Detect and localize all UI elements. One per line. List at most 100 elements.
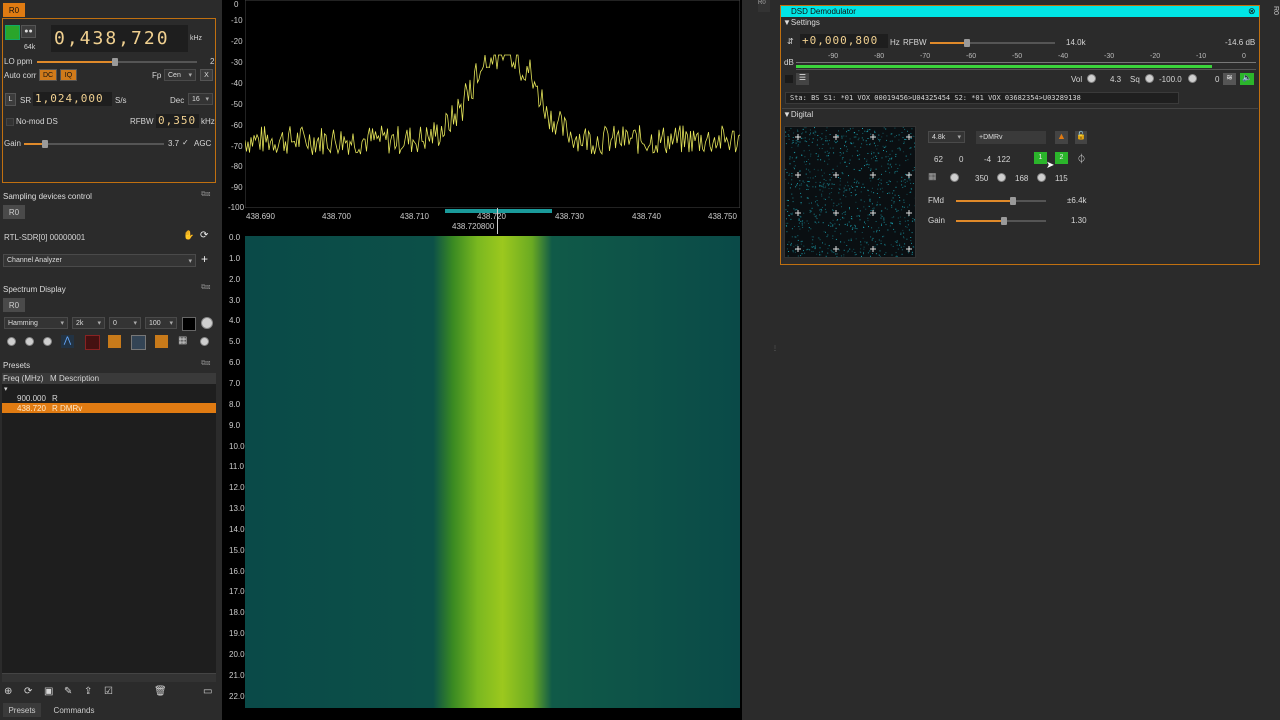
agc-check-icon[interactable]: ✓ [182, 138, 189, 147]
presets-float-icon[interactable]: ⧉⊠ [201, 360, 210, 368]
add-channel-icon[interactable]: + [201, 252, 208, 266]
ref-select[interactable]: 0 [109, 317, 141, 329]
shift-icon[interactable]: ⇵ [787, 37, 794, 46]
fp-select[interactable]: Cen [164, 69, 196, 81]
fmd-slider[interactable] [956, 197, 1046, 205]
rfbw-slider-dsd[interactable] [930, 39, 1055, 47]
spec-dial-1[interactable] [7, 337, 16, 346]
gain-slider-dsd[interactable] [956, 217, 1046, 225]
device-reload-icon[interactable]: ⟳ [200, 230, 212, 242]
gain-value: 3.7 [168, 139, 180, 148]
gain-slider[interactable] [24, 140, 164, 148]
preset-folder-icon[interactable]: ▭ [203, 686, 212, 697]
frequency-display[interactable]: 0,438,720 [51, 25, 188, 52]
fill-toggle-icon[interactable] [131, 335, 146, 350]
sq-dial[interactable] [1145, 74, 1154, 83]
x-button[interactable]: X [200, 69, 213, 81]
preset-load-icon[interactable]: ☑ [104, 686, 113, 697]
menu-icon[interactable]: ☰ [796, 73, 809, 85]
tab-commands[interactable]: Commands [44, 703, 104, 717]
trace-len-dial[interactable] [950, 173, 959, 182]
color-swatch[interactable] [182, 317, 196, 331]
rfbw-display[interactable]: 0,350 [156, 114, 199, 128]
tab-r0[interactable]: R0 [3, 3, 25, 17]
record-button[interactable]: ●● [21, 25, 36, 38]
warning-icon[interactable]: ▲ [1055, 131, 1068, 144]
tab-presets[interactable]: Presets [3, 703, 41, 717]
sq-gate-dial[interactable] [1188, 74, 1197, 83]
metric-4: 122 [997, 155, 1011, 164]
window-select[interactable]: Hamming [4, 317, 68, 329]
gain-label: Gain [4, 139, 21, 148]
presets-header: Freq (MHz) M Description [2, 373, 216, 384]
dsd-titlebar[interactable]: DSD Demodulator ⊗ [781, 6, 1259, 17]
range-select[interactable]: 100 [145, 317, 177, 329]
preset-save-icon[interactable]: ▣ [44, 686, 53, 697]
preset-edit-icon[interactable]: ✎ [64, 686, 72, 697]
preset-row[interactable]: 900.000 R [2, 393, 216, 403]
time-tick: 2.0 [229, 274, 241, 284]
sampling-tab-r0[interactable]: R0 [3, 205, 25, 219]
time-tick: 1.0 [229, 253, 241, 263]
spectrum-plot[interactable] [245, 0, 740, 208]
time-tick: 21.0 [229, 670, 245, 680]
grid-scope-icon[interactable]: ▦ [928, 171, 941, 183]
shift-display[interactable]: +0,000,800 [800, 34, 888, 48]
presets-table: Freq (MHz) M Description ▾ 900.000 R 438… [2, 373, 216, 673]
trace-stroke-dial[interactable] [997, 173, 1006, 182]
max-hold-icon[interactable] [85, 335, 100, 350]
dc-button[interactable]: DC [39, 69, 57, 81]
slot2-button[interactable]: 2 [1055, 152, 1068, 164]
waterfall[interactable] [245, 236, 740, 708]
audio-toggle-icon[interactable]: 🔈 [1240, 73, 1254, 85]
meter-tick: -20 [1150, 53, 1161, 60]
left-dock-tab[interactable]: R0 [758, 0, 770, 12]
scope-display[interactable] [784, 126, 916, 258]
spectrum-float-icon[interactable]: ⧉⊠ [201, 284, 210, 292]
l-button[interactable]: L [5, 93, 16, 106]
lock-icon[interactable]: 🔓 [1075, 131, 1087, 144]
preset-update-icon[interactable]: ⟳ [24, 686, 32, 697]
trace-decay-dial[interactable] [1037, 173, 1046, 182]
splitter-handle[interactable]: ⋮ [772, 345, 778, 359]
start-stop-button[interactable] [5, 25, 20, 40]
channel-select[interactable]: Channel Analyzer [3, 254, 196, 267]
preset-add-icon[interactable]: ⊕ [4, 686, 12, 697]
dec-select[interactable]: 16 [188, 93, 213, 105]
spec-dial-4[interactable] [200, 337, 209, 346]
right-dock-tab[interactable]: R0 [1267, 6, 1279, 20]
iq-button[interactable]: IQ [60, 69, 77, 81]
settings-header[interactable]: ▼Settings [783, 18, 820, 27]
meter-tick: -40 [1058, 53, 1069, 60]
vol-dial[interactable] [1087, 74, 1096, 83]
decay-dial[interactable] [201, 317, 213, 329]
waterfall-toggle-icon[interactable] [155, 335, 168, 348]
sample-rate-display[interactable]: 1,024,000 [33, 92, 112, 106]
audio-mute-box[interactable] [785, 75, 793, 83]
metric-3: -4 [984, 155, 992, 164]
preset-row-selected[interactable]: 438.720 R DMRv [2, 403, 216, 413]
dsd-close-icon[interactable]: ⊗ [1248, 6, 1256, 17]
presets-hscroll[interactable] [2, 673, 216, 682]
freq-unit: kHz [190, 35, 203, 42]
average-icon[interactable]: ⋀ [61, 335, 74, 348]
fft-select[interactable]: 2k [72, 317, 105, 329]
preset-export-icon[interactable]: ⇪ [84, 686, 92, 697]
tree-arrow-icon[interactable]: ▾ [4, 385, 8, 393]
freq-tick: 438.750 [708, 212, 737, 221]
spec-dial-2[interactable] [25, 337, 34, 346]
grid-toggle-icon[interactable] [108, 335, 121, 348]
baud-select[interactable]: 4.8k [928, 131, 965, 143]
lo-ppm-slider[interactable] [37, 58, 197, 66]
db-tick: -60 [231, 121, 243, 130]
spec-dial-3[interactable] [43, 337, 52, 346]
grid-icon[interactable]: ▦ [178, 335, 191, 348]
digital-header[interactable]: ▼Digital [783, 110, 813, 119]
tdma-icon[interactable]: ⏀ [1075, 152, 1088, 164]
filter-icon[interactable]: ≋ [1223, 73, 1236, 85]
spectrum-tab-r0[interactable]: R0 [3, 298, 25, 312]
device-hand-icon[interactable]: ✋ [183, 230, 195, 242]
preset-delete-icon[interactable]: 🗑 [154, 686, 167, 697]
sampling-float-icon[interactable]: ⧉⊠ [201, 191, 210, 199]
nomod-checkbox[interactable] [6, 118, 14, 126]
